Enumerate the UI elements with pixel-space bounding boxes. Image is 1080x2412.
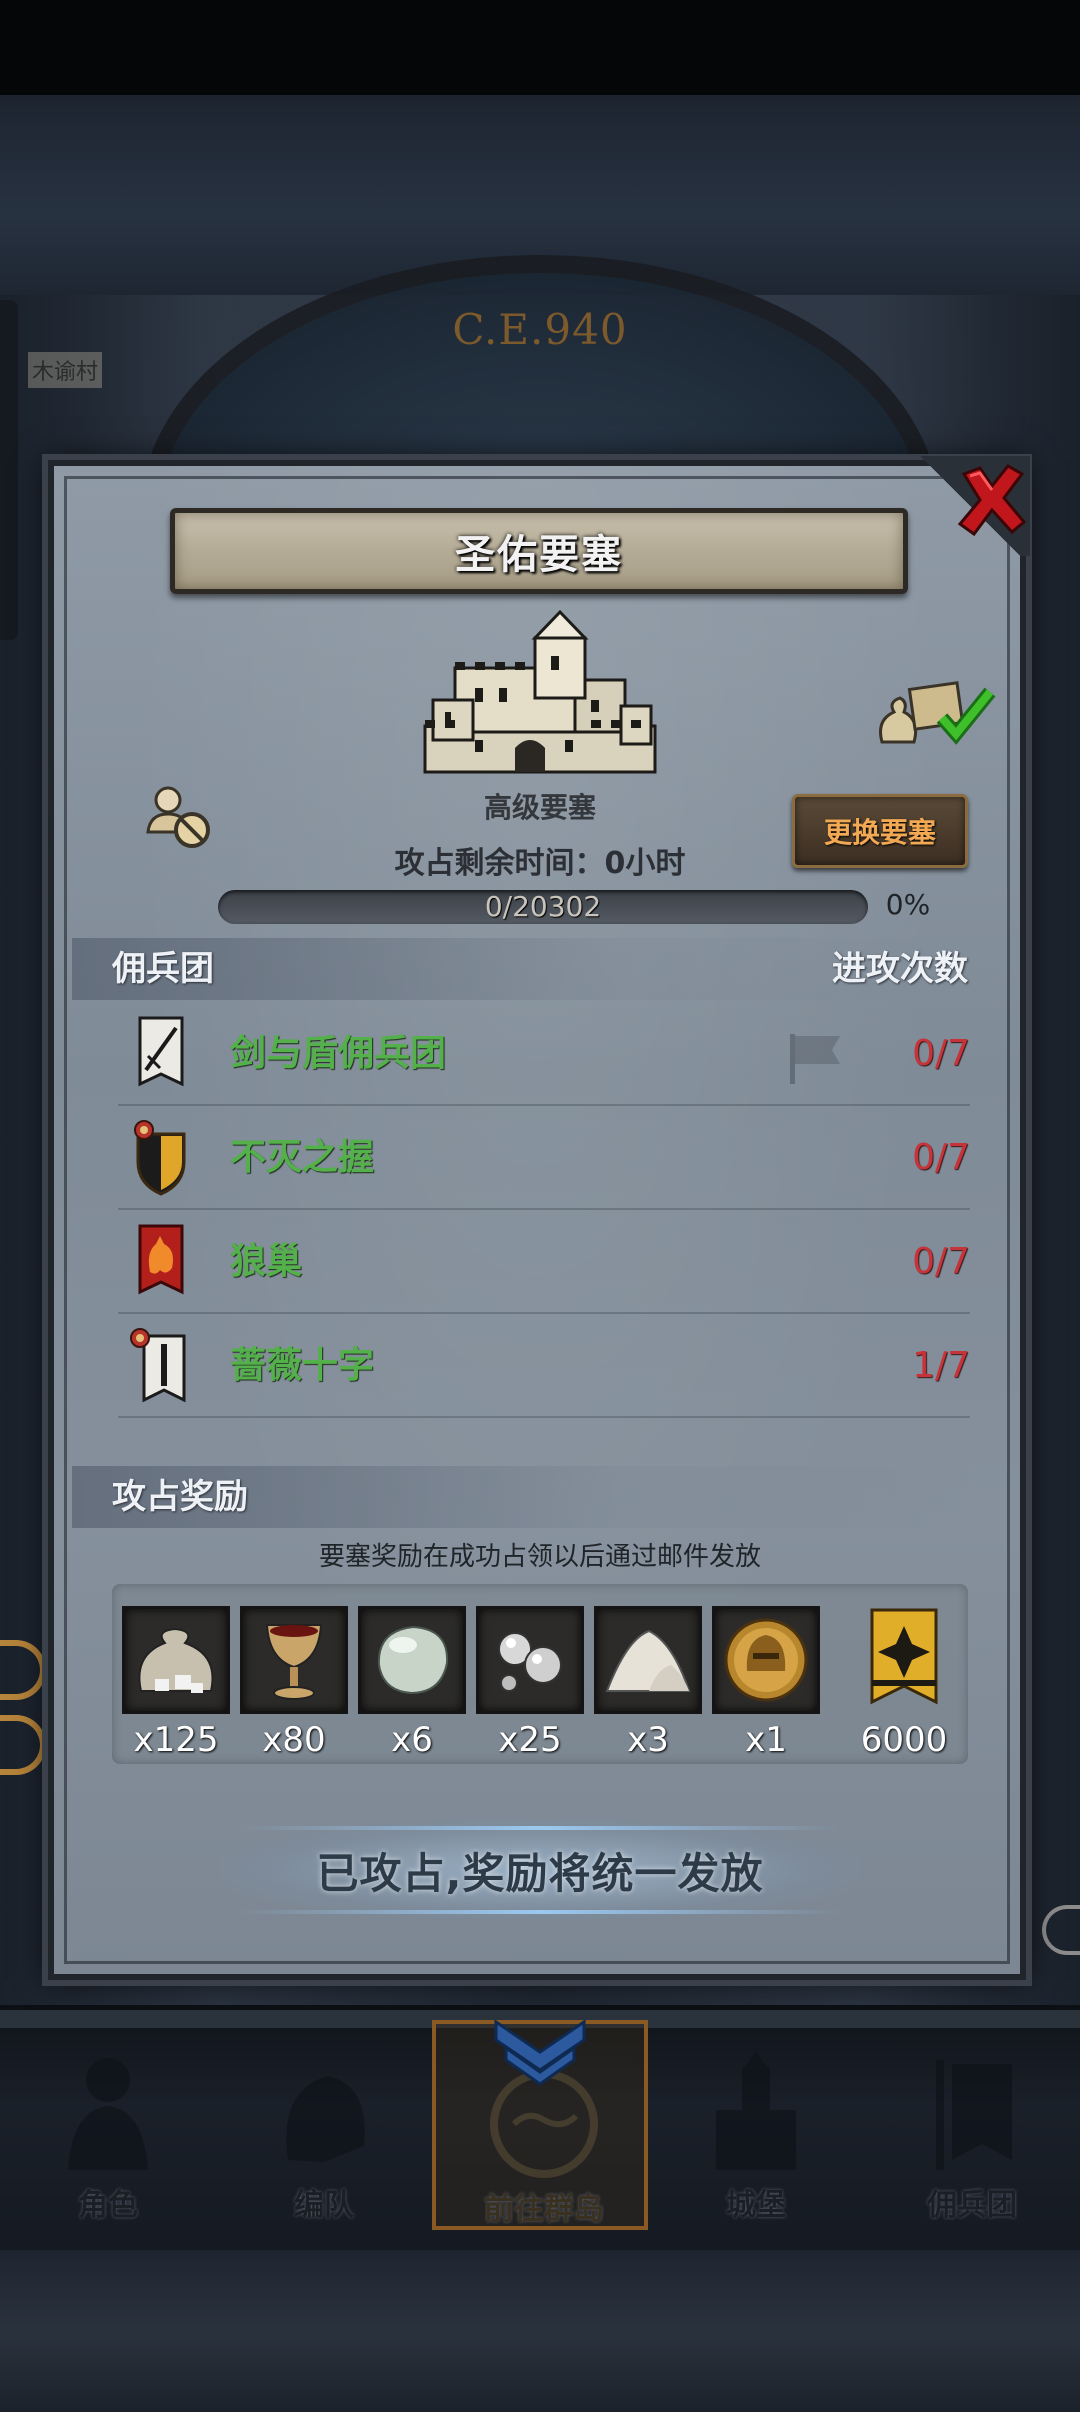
goblet-icon [265,1624,323,1700]
flag-icon [790,1034,840,1084]
nav-label: 佣兵团 [927,2188,1017,2223]
mercenary-section-label: 佣兵团 [112,949,214,989]
mercenary-name: 剑与盾佣兵团 [230,1033,447,1074]
guild-banner-icon[interactable] [850,1606,958,1714]
nav-item-castle[interactable]: 城堡 [648,2020,864,2230]
reward-item[interactable] [122,1606,230,1714]
reward-quantity: x3 [627,1720,669,1760]
change-fortress-label: 更换要塞 [823,816,936,849]
nav-label: 城堡 [726,2188,786,2223]
progress-percent: 0% [885,888,931,921]
occupation-progress-bar: 0/20302 [218,890,868,924]
reward-quantity: x80 [262,1720,326,1760]
mercenary-row[interactable]: 狼巢 0/7 [118,1210,970,1314]
remaining-time: 攻占剩余时间：0小时 [394,846,686,881]
mercenary-icon [936,2060,1012,2170]
reward-item[interactable] [594,1606,702,1714]
nav-item-mercenary[interactable]: 佣兵团 [864,2020,1080,2230]
reward-section-header: 攻占奖励 [72,1466,982,1528]
reward-quantity: x125 [133,1720,219,1760]
fortress-level: 高级要塞 [483,791,596,824]
change-fortress-button[interactable]: 更换要塞 [792,794,968,868]
page-title: 圣佑要塞 [455,532,623,578]
attack-count: 0/7 [912,1137,970,1178]
supply-delivered-icon [879,681,996,745]
silver-pearls-icon [498,1632,562,1692]
mercenary-row[interactable]: 蔷薇十字 1/7 [118,1314,970,1418]
silver-ore-sack-icon [138,1627,214,1693]
reward-quantity: x6 [391,1720,433,1760]
status-bar [0,0,1080,95]
map-scrollbar[interactable] [0,300,18,640]
map-village-label: 木谕村 [28,352,103,388]
reward-quantity: x1 [745,1720,787,1760]
sword-banner-icon [138,1016,184,1087]
reward-quantity: x25 [498,1720,562,1760]
chevron-down-icon [494,2019,586,2086]
attack-count: 1/7 [912,1345,970,1386]
helmet-icon [286,2076,365,2162]
mercenary-row[interactable]: 不灭之握 0/7 [118,1106,970,1210]
nav-item-formation[interactable]: 编队 [216,2020,432,2230]
reward-item[interactable] [240,1606,348,1714]
close-icon [957,464,1027,537]
mercenary-name: 不灭之握 [230,1137,375,1178]
fortress-image [423,609,657,774]
reward-quantity: 6000 [860,1720,948,1760]
era-label: C.E.940 [452,305,628,354]
close-button[interactable] [952,460,1032,540]
nav-label: 角色 [78,2188,138,2223]
reward-section-label: 攻占奖励 [112,1477,248,1517]
shield-emblem-icon [134,1120,186,1196]
rose-cross-banner-icon [130,1328,186,1403]
title-banner: 圣佑要塞 [170,508,908,594]
occupation-status-banner: 已攻占,奖励将统一发放 [220,1820,860,1920]
reward-note: 要塞奖励在成功占领以后通过邮件发放 [318,1542,761,1572]
reward-item[interactable] [712,1606,820,1714]
reward-item[interactable] [358,1606,466,1714]
attack-count-header: 进攻次数 [832,949,968,989]
nav-item-character[interactable]: 角色 [0,2020,216,2230]
mercenary-section-header: 佣兵团 进攻次数 [72,938,982,1000]
golden-helmet-coin-icon [724,1618,808,1702]
moonstone-icon [377,1625,449,1695]
nav-label: 前往群岛 [484,2192,604,2227]
mercenary-name: 蔷薇十字 [230,1345,375,1386]
castle-icon [716,2052,796,2170]
occupation-status-text: 已攻占,奖励将统一发放 [316,1848,764,1898]
nav-label: 编队 [294,2188,354,2223]
no-mercenary-icon[interactable] [142,780,214,852]
progress-text: 0/20302 [484,890,602,923]
attack-count: 0/7 [912,1033,970,1074]
knight-icon [68,2058,148,2170]
mercenary-row[interactable]: 剑与盾佣兵团 0/7 [118,1002,970,1106]
attack-count: 0/7 [912,1241,970,1282]
wolf-banner-icon [138,1224,184,1295]
mercenary-name: 狼巢 [230,1241,303,1282]
salt-pile-icon [605,1629,691,1692]
reward-item[interactable] [476,1606,584,1714]
bottom-backdrop [0,2250,1080,2412]
